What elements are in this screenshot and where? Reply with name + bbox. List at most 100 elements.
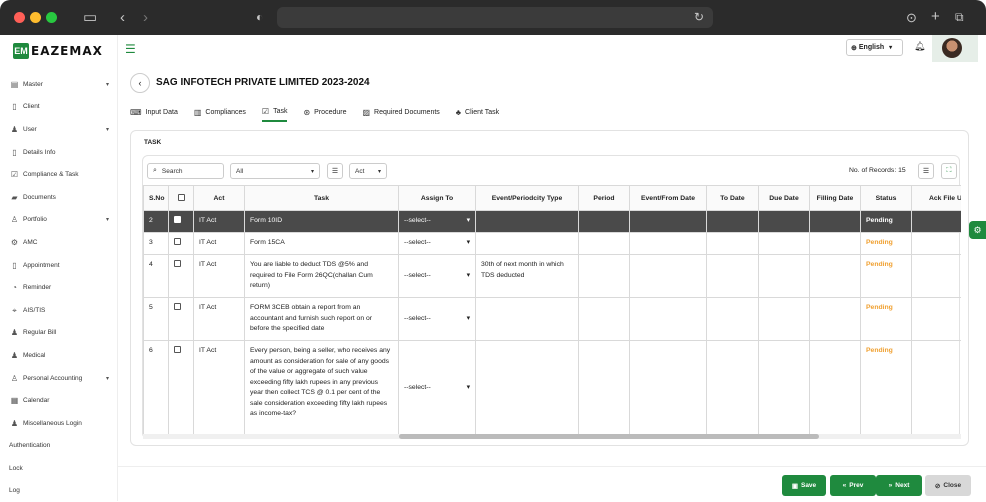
shield-icon[interactable]: ◐	[256, 10, 263, 25]
close-button[interactable]: ⊘ Close	[925, 475, 971, 496]
sidebar-item-regular-bill[interactable]: ♟ Regular Bill	[0, 322, 118, 345]
back-button[interactable]: ‹	[130, 72, 150, 93]
sidebar-item-portfolio[interactable]: ♙ Portfolio ▾	[0, 209, 118, 232]
back-arrow-icon[interactable]: ‹	[120, 10, 125, 25]
sidebar-item-label: Lock	[9, 464, 23, 472]
sidebar-item-label: User	[23, 125, 37, 133]
row-checkbox[interactable]	[174, 303, 181, 310]
table-row[interactable]: 4 IT Act You are liable to deduct TDS @5% …	[143, 254, 961, 298]
sidebar-item-log[interactable]: Log	[0, 480, 118, 502]
sidebar-item-compliance-task[interactable]: ☑ Compliance & Task	[0, 163, 118, 186]
task-table-scroll[interactable]: S.No Act Task Assign To Event/Periodcity Typ…	[143, 185, 961, 438]
cell-ack-file[interactable]	[911, 210, 961, 233]
new-tab-icon[interactable]: +	[931, 9, 940, 24]
cell-ack-file[interactable]	[911, 297, 961, 341]
cell-assign-to[interactable]: --select-- ▾	[398, 232, 476, 255]
tabs-overview-icon[interactable]: ⧉	[955, 10, 964, 25]
person-icon: ♙	[10, 215, 19, 225]
close-window-button[interactable]	[14, 12, 25, 23]
sidebar-item-authentication[interactable]: Authentication	[0, 435, 118, 458]
sidebar-toggle-icon[interactable]: ▭	[83, 10, 97, 25]
cell-assign-to[interactable]: --select-- ▾	[398, 210, 476, 233]
assign-to-value: --select--	[404, 271, 431, 279]
column-filter-button[interactable]: ☰	[918, 163, 934, 179]
language-selector[interactable]: ⊕ English ▾	[846, 39, 903, 56]
horizontal-scrollbar[interactable]	[143, 434, 961, 439]
sidebar-item-details-info[interactable]: ▯ Details Info	[0, 141, 118, 164]
user-icon: ♟	[10, 350, 19, 360]
scrollbar-thumb[interactable]	[399, 434, 819, 439]
cell-assign-to[interactable]: --select-- ▾	[398, 297, 476, 341]
table-row[interactable]: 3 IT Act Form 15CA --select-- ▾ Pending	[143, 232, 961, 255]
forward-arrow-icon[interactable]: ›	[143, 10, 148, 25]
assign-to-select[interactable]: --select-- ▾	[404, 216, 470, 227]
column-header: Act	[193, 185, 245, 211]
select-all-checkbox[interactable]	[177, 193, 185, 201]
row-checkbox[interactable]	[174, 216, 181, 223]
tab-required-documents[interactable]: ▨ Required Documents	[362, 103, 439, 122]
user-menu[interactable]	[932, 35, 978, 62]
sidebar-item-calendar[interactable]: ▦ Calendar	[0, 389, 118, 412]
tab-compliances[interactable]: ▥ Compliances	[194, 103, 246, 122]
address-bar[interactable]	[277, 7, 713, 28]
save-button[interactable]: ▣ Save	[782, 475, 826, 496]
app-logo[interactable]: EM EAZEMAX	[13, 43, 103, 59]
sidebar-item-documents[interactable]: ▰ Documents	[0, 186, 118, 209]
sidebar-item-personal-accounting[interactable]: ♙ Personal Accounting ▾	[0, 367, 118, 390]
next-button[interactable]: » Next	[876, 475, 922, 496]
table-row[interactable]: 2 IT Act Form 10ID --select-- ▾ Pending	[143, 210, 961, 233]
sidebar-item-amc[interactable]: ⚙ AMC	[0, 231, 118, 254]
cell-from-date	[629, 297, 707, 341]
prev-button[interactable]: « Prev	[830, 475, 876, 496]
tab-procedure[interactable]: ⊛ Procedure	[303, 103, 346, 122]
tab-task[interactable]: ☑ Task	[261, 103, 288, 122]
tab-client-task[interactable]: ♣ Client Task	[456, 103, 499, 122]
cell-ack-file[interactable]	[911, 232, 961, 255]
sidebar-item-client[interactable]: ▯ Client	[0, 96, 118, 119]
assign-to-select[interactable]: --select-- ▾	[404, 314, 470, 325]
sidebar-item-label: Details Info	[23, 148, 56, 156]
status-filter-select[interactable]: All ▾	[230, 163, 320, 179]
cell-event-type	[475, 232, 579, 255]
cell-ack-file[interactable]	[911, 254, 961, 298]
fullscreen-button[interactable]: ⛶	[941, 163, 957, 179]
tab-label: Procedure	[314, 109, 347, 116]
chevron-down-icon: ▾	[466, 239, 470, 247]
sidebar-item-appointment[interactable]: ▯ Appointment	[0, 254, 118, 277]
filter-button[interactable]: ☰	[327, 163, 343, 179]
act-filter-select[interactable]: Act ▾	[349, 163, 387, 179]
search-input[interactable]: ⌕ Search	[147, 163, 224, 179]
cell-assign-to[interactable]: --select-- ▾	[398, 254, 476, 298]
table-row[interactable]: 5 IT Act FORM 3CEB obtain a report from an…	[143, 297, 961, 341]
table-row[interactable]: 6 IT Act Every person, being a seller, who…	[143, 340, 961, 437]
sidebar-item-reminder[interactable]: ◔ Reminder	[0, 276, 118, 299]
bell-icon[interactable]: 🔔︎	[914, 41, 925, 52]
assign-to-select[interactable]: --select-- ▾	[404, 238, 470, 249]
cell-ack-file[interactable]	[911, 340, 961, 437]
sidebar-item-lock[interactable]: Lock	[0, 457, 118, 480]
file-icon: ▤	[10, 79, 19, 89]
cell-assign-to[interactable]: --select-- ▾	[398, 340, 476, 437]
sidebar-item-ais-tis[interactable]: ⌖ AIS/TIS	[0, 299, 118, 322]
hamburger-menu-icon[interactable]: ☰	[125, 43, 136, 55]
tab-input-data[interactable]: ⌨ Input Data	[130, 103, 178, 122]
settings-gear-icon[interactable]: ⚙	[969, 221, 986, 239]
assign-to-select[interactable]: --select-- ▾	[404, 271, 470, 282]
tab-bar: ⌨ Input Data ▥ Compliances ☑ Task ⊛ Procedure ▨ R…	[130, 103, 515, 123]
status-badge: Pending	[866, 217, 893, 224]
reload-icon[interactable]: ↻	[694, 10, 704, 25]
maximize-window-button[interactable]	[46, 12, 57, 23]
sidebar-item-label: Log	[9, 487, 20, 495]
row-checkbox[interactable]	[174, 260, 181, 267]
download-icon[interactable]: ⊙	[906, 10, 917, 25]
sidebar-item-miscellaneous-login[interactable]: ♟ Miscellaneous Login	[0, 412, 118, 435]
minimize-window-button[interactable]	[30, 12, 41, 23]
sidebar-item-user[interactable]: ♟ User ▾	[0, 118, 118, 141]
row-checkbox[interactable]	[174, 238, 181, 245]
input-icon: ⌨	[130, 108, 142, 117]
row-checkbox[interactable]	[174, 346, 181, 353]
assign-to-select[interactable]: --select-- ▾	[404, 383, 470, 394]
sidebar-item-medical[interactable]: ♟ Medical	[0, 344, 118, 367]
user-icon: ♟	[10, 124, 19, 134]
sidebar-item-master[interactable]: ▤ Master ▾	[0, 73, 118, 96]
